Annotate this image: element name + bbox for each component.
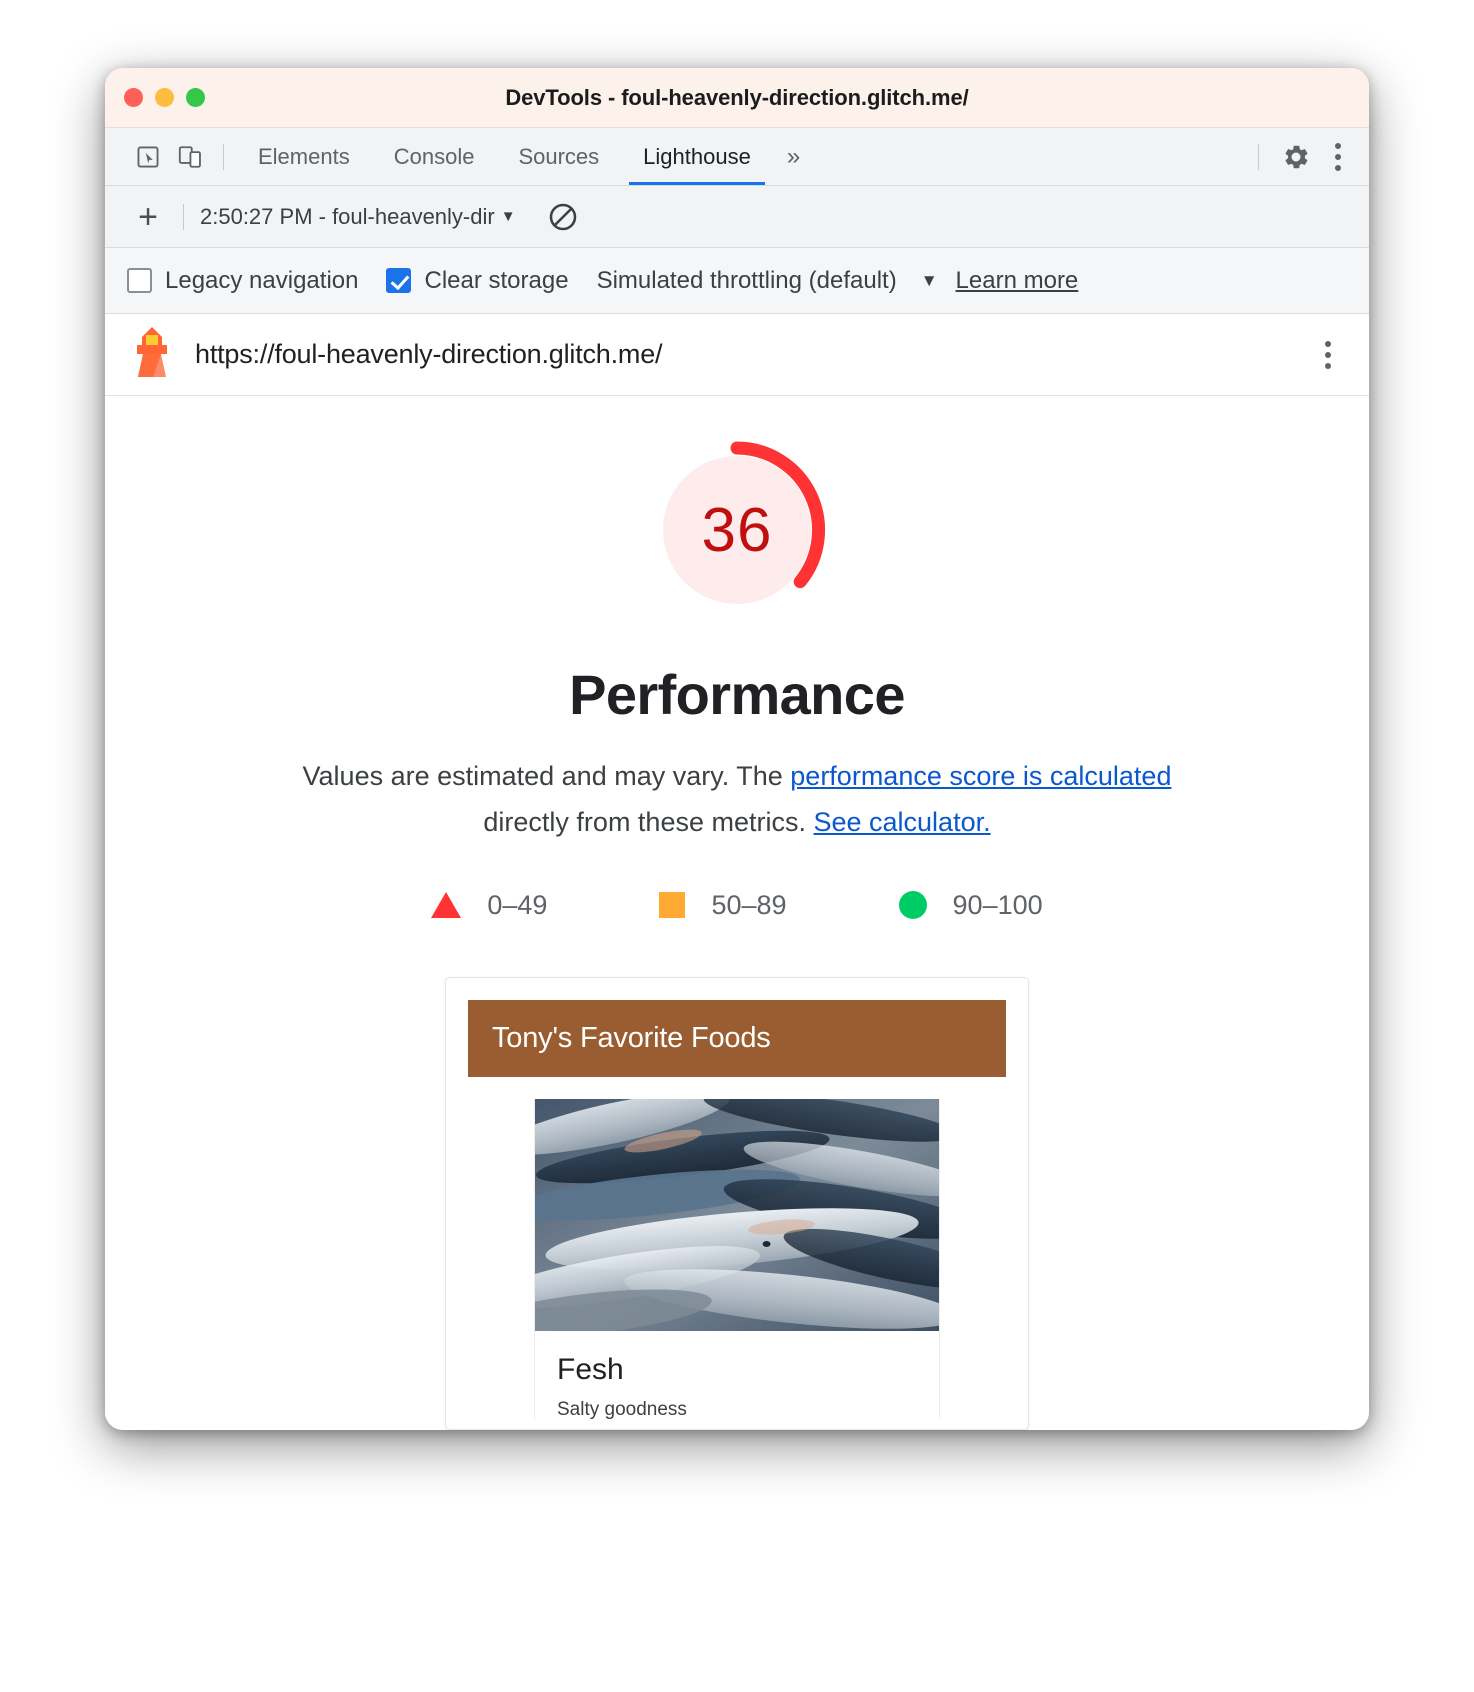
legend-range-pass: 90–100 (952, 889, 1043, 920)
more-tabs-icon[interactable]: » (773, 143, 814, 171)
throttling-select-label[interactable]: Simulated throttling (default) (597, 267, 897, 295)
devtools-window: DevTools - foul-heavenly-direction.glitc… (105, 68, 1369, 1430)
score-description-part2: directly from these metrics. (483, 807, 814, 838)
item-subtitle: Salty goodness (557, 1398, 687, 1419)
report-selector[interactable]: 2:50:27 PM - foul-heavenly-dir ▼ (200, 204, 516, 230)
item-name: Fesh (557, 1352, 624, 1386)
score-legend: 0–49 50–89 90–100 (431, 889, 1043, 921)
legend-item-pass: 90–100 (898, 889, 1043, 921)
learn-more-link[interactable]: Learn more (956, 267, 1079, 295)
tab-lighthouse[interactable]: Lighthouse (621, 128, 773, 185)
site-preview-body: Fesh Salty goodness (534, 1098, 940, 1419)
window-title: DevTools - foul-heavenly-direction.glitc… (505, 84, 969, 110)
minimize-window-button[interactable] (155, 88, 174, 107)
devtools-more-options-icon[interactable] (1321, 133, 1355, 181)
site-banner-title: Tony's Favorite Foods (468, 999, 1006, 1077)
toolbar-divider-right (1258, 143, 1259, 170)
lighthouse-settings-row: Legacy navigation Clear storage Simulate… (105, 248, 1369, 314)
legend-range-fail: 0–49 (487, 889, 548, 920)
devtools-tabstrip: Elements Console Sources Lighthouse » (105, 128, 1369, 186)
tab-elements[interactable]: Elements (236, 128, 372, 185)
tab-sources[interactable]: Sources (496, 128, 621, 185)
report-more-options-icon[interactable] (1311, 331, 1345, 379)
report-urlbar: https://foul-heavenly-direction.glitch.m… (105, 314, 1369, 396)
maximize-window-button[interactable] (186, 88, 205, 107)
legend-range-average: 50–89 (711, 889, 787, 920)
screenshot-root: DevTools - foul-heavenly-direction.glitc… (0, 0, 1474, 1692)
cursor-select-icon[interactable] (127, 136, 169, 178)
site-preview-card: Tony's Favorite Foods Fesh Salty goodnes… (445, 976, 1029, 1430)
clear-storage-checkbox[interactable]: Clear storage (386, 267, 596, 295)
score-description: Values are estimated and may vary. The p… (257, 753, 1217, 846)
tabstrip-actions (1246, 133, 1355, 181)
tab-console[interactable]: Console (372, 128, 497, 185)
report-selector-label: 2:50:27 PM - foul-heavenly-dir (200, 203, 495, 229)
triangle-icon (431, 892, 462, 919)
traffic-light-buttons (124, 88, 205, 107)
see-calculator-link[interactable]: See calculator. (813, 807, 990, 837)
gear-icon[interactable] (1275, 136, 1317, 178)
circle-icon (898, 891, 927, 920)
legend-item-average: 50–89 (659, 889, 787, 921)
no-entry-icon[interactable] (546, 200, 580, 234)
new-report-button[interactable]: + (125, 194, 171, 240)
toolbar-divider (223, 143, 224, 170)
pile-of-fish-photo (535, 1098, 939, 1331)
lh-toolbar-divider (183, 203, 184, 230)
performance-score-calculated-link[interactable]: performance score is calculated (790, 761, 1171, 791)
lighthouse-icon (131, 325, 173, 384)
chevron-down-icon: ▼ (500, 208, 516, 225)
lighthouse-toolbar: + 2:50:27 PM - foul-heavenly-dir ▼ (105, 186, 1369, 248)
close-window-button[interactable] (124, 88, 143, 107)
clear-storage-checkbox-box (386, 268, 412, 293)
score-description-part1: Values are estimated and may vary. The (302, 761, 791, 791)
legacy-navigation-checkbox[interactable]: Legacy navigation (127, 267, 386, 295)
device-toggle-icon[interactable] (169, 136, 211, 178)
clear-storage-label: Clear storage (424, 266, 569, 294)
report-url: https://foul-heavenly-direction.glitch.m… (195, 339, 663, 369)
legend-item-fail: 0–49 (431, 890, 547, 921)
panel-tabs: Elements Console Sources Lighthouse » (236, 128, 814, 185)
page-title: Performance (569, 663, 905, 726)
performance-score-value: 36 (701, 495, 773, 565)
lighthouse-report: 36 Performance Values are estimated and … (105, 396, 1369, 1430)
legacy-navigation-label: Legacy navigation (165, 266, 359, 294)
throttling-chevron-down-icon[interactable]: ▼ (921, 271, 938, 291)
window-titlebar: DevTools - foul-heavenly-direction.glitc… (105, 68, 1369, 128)
square-icon (659, 892, 686, 919)
legacy-navigation-checkbox-box (127, 268, 152, 293)
performance-score-gauge: 36 (647, 440, 827, 620)
